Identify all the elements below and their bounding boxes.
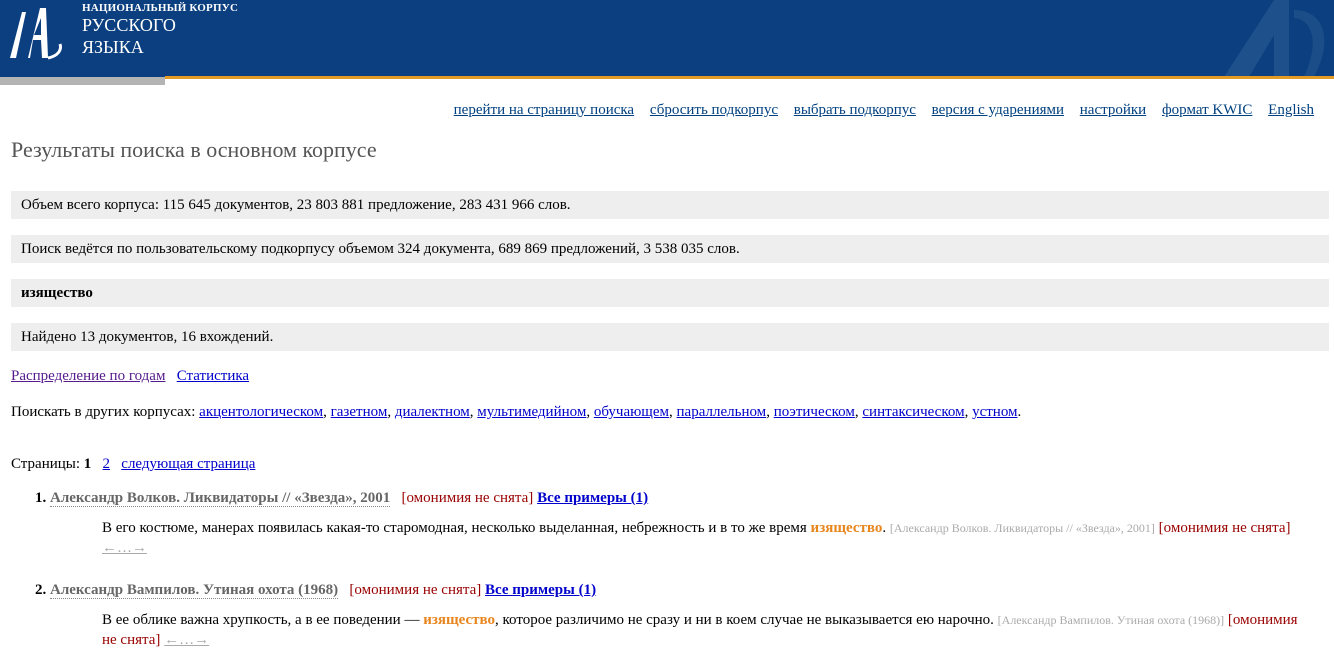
year-distribution-link[interactable]: Распределение по годам <box>11 368 165 384</box>
watermark-logo-icon <box>1224 0 1325 77</box>
all-examples-link[interactable]: Все примеры (1) <box>485 582 596 598</box>
nav-english-link[interactable]: English <box>1268 102 1314 118</box>
nav-search-page-link[interactable]: перейти на страницу поиска <box>454 102 634 118</box>
other-corpora-label: Поискать в других корпусах: <box>11 404 196 420</box>
snippet-source: [Александр Вампилов. Утиная охота (1968)… <box>997 613 1225 627</box>
site-header: НАЦИОНАЛЬНЫЙ КОРПУС РУССКОГО ЯЗЫКА <box>0 0 1334 86</box>
statistics-link[interactable]: Статистика <box>177 368 249 384</box>
result-title[interactable]: Александр Волков. Ликвидаторы // «Звезда… <box>50 490 391 507</box>
corpus-link-poetic[interactable]: поэтическом <box>774 404 855 420</box>
corpus-link-spoken[interactable]: устном <box>972 404 1017 420</box>
result-title-text[interactable]: Александр Волков. Ликвидаторы // «Звезда… <box>50 490 391 507</box>
corpus-link-newspaper[interactable]: газетном <box>331 404 388 420</box>
result-title[interactable]: Александр Вампилов. Утиная охота (1968) <box>50 582 339 599</box>
pager-current: 1 <box>83 456 92 472</box>
result-header: 1. Александр Волков. Ликвидаторы // «Зве… <box>35 490 648 507</box>
snippet-hit[interactable]: изящество <box>811 520 883 536</box>
nav-kwic-format-link[interactable]: формат KWIC <box>1162 102 1252 118</box>
snippet-before: В его костюме, манерах появилась какая-т… <box>102 520 811 536</box>
homonymy-link[interactable]: [омонимия не снята] <box>349 582 481 598</box>
corpus-link-accent[interactable]: акцентологическом <box>199 404 323 420</box>
nav-select-subcorpus-link[interactable]: выбрать подкорпус <box>794 102 916 118</box>
corpus-link-dialect[interactable]: диалектном <box>395 404 470 420</box>
snippet-before: В ее облике важна хрупкость, а в ее пове… <box>102 612 424 628</box>
corpus-link-learning[interactable]: обучающем <box>594 404 669 420</box>
result-number: 1. <box>35 490 47 506</box>
result-number: 2. <box>35 582 47 598</box>
corpus-volume-box: Объем всего корпуса: 115 645 документов,… <box>11 191 1329 219</box>
pager-page-2-link[interactable]: 2 <box>103 456 111 472</box>
nav-accent-version-link[interactable]: версия с ударениями <box>932 102 1064 118</box>
logo-icon[interactable] <box>0 0 66 77</box>
snippet-hit[interactable]: изящество <box>423 612 495 628</box>
snippet-after: , которое различимо не сразу и ни в коем… <box>495 612 998 628</box>
logo-line-2: РУССКОГО <box>82 15 176 35</box>
result-snippet: В его костюме, манерах появилась какая-т… <box>102 518 1307 558</box>
nav-settings-link[interactable]: настройки <box>1080 102 1146 118</box>
expand-context-link[interactable]: ←…→ <box>102 540 147 556</box>
logo-line-1: НАЦИОНАЛЬНЫЙ КОРПУС <box>82 2 239 14</box>
snippet-homonymy[interactable]: [омонимия не снята] <box>1159 520 1291 536</box>
expand-context-link[interactable]: ←…→ <box>164 632 209 648</box>
pager: Страницы: 1 2 следующая страница <box>11 456 255 473</box>
homonymy-link[interactable]: [омонимия не снята] <box>401 490 533 506</box>
corpus-link-parallel[interactable]: параллельном <box>677 404 767 420</box>
extra-links: Распределение по годам Статистика <box>11 368 249 385</box>
pager-label: Страницы: <box>11 456 81 472</box>
result-title-text[interactable]: Александр Вампилов. Утиная охота (1968) <box>50 582 339 599</box>
page-title: Результаты поиска в основном корпусе <box>11 137 377 162</box>
pager-next-link[interactable]: следующая страница <box>121 456 255 472</box>
snippet-source: [Александр Волков. Ликвидаторы // «Звезд… <box>889 521 1155 535</box>
logo-line-3: ЯЗЫКА <box>82 37 144 57</box>
all-examples-link[interactable]: Все примеры (1) <box>537 490 648 506</box>
corpus-link-syntax[interactable]: синтаксическом <box>862 404 964 420</box>
header-orange-line <box>165 76 1334 79</box>
subcorpus-box: Поиск ведётся по пользовательскому подко… <box>11 235 1329 263</box>
result-snippet: В ее облике важна хрупкость, а в ее пове… <box>102 610 1307 650</box>
query-box: изящество <box>11 279 1329 307</box>
corpus-link-multimedia[interactable]: мультимедийном <box>477 404 586 420</box>
other-corpora: Поискать в других корпусах: акцентологич… <box>11 404 1022 420</box>
found-box: Найдено 13 документов, 16 вхождений. <box>11 323 1329 351</box>
top-navigation: перейти на страницу поиска сбросить подк… <box>442 102 1314 119</box>
header-grey-line <box>0 77 165 85</box>
logo-text: НАЦИОНАЛЬНЫЙ КОРПУС РУССКОГО ЯЗЫКА <box>82 2 238 58</box>
result-header: 2. Александр Вампилов. Утиная охота (196… <box>35 582 596 599</box>
snippet-after: . <box>882 520 890 536</box>
nav-reset-subcorpus-link[interactable]: сбросить подкорпус <box>650 102 778 118</box>
